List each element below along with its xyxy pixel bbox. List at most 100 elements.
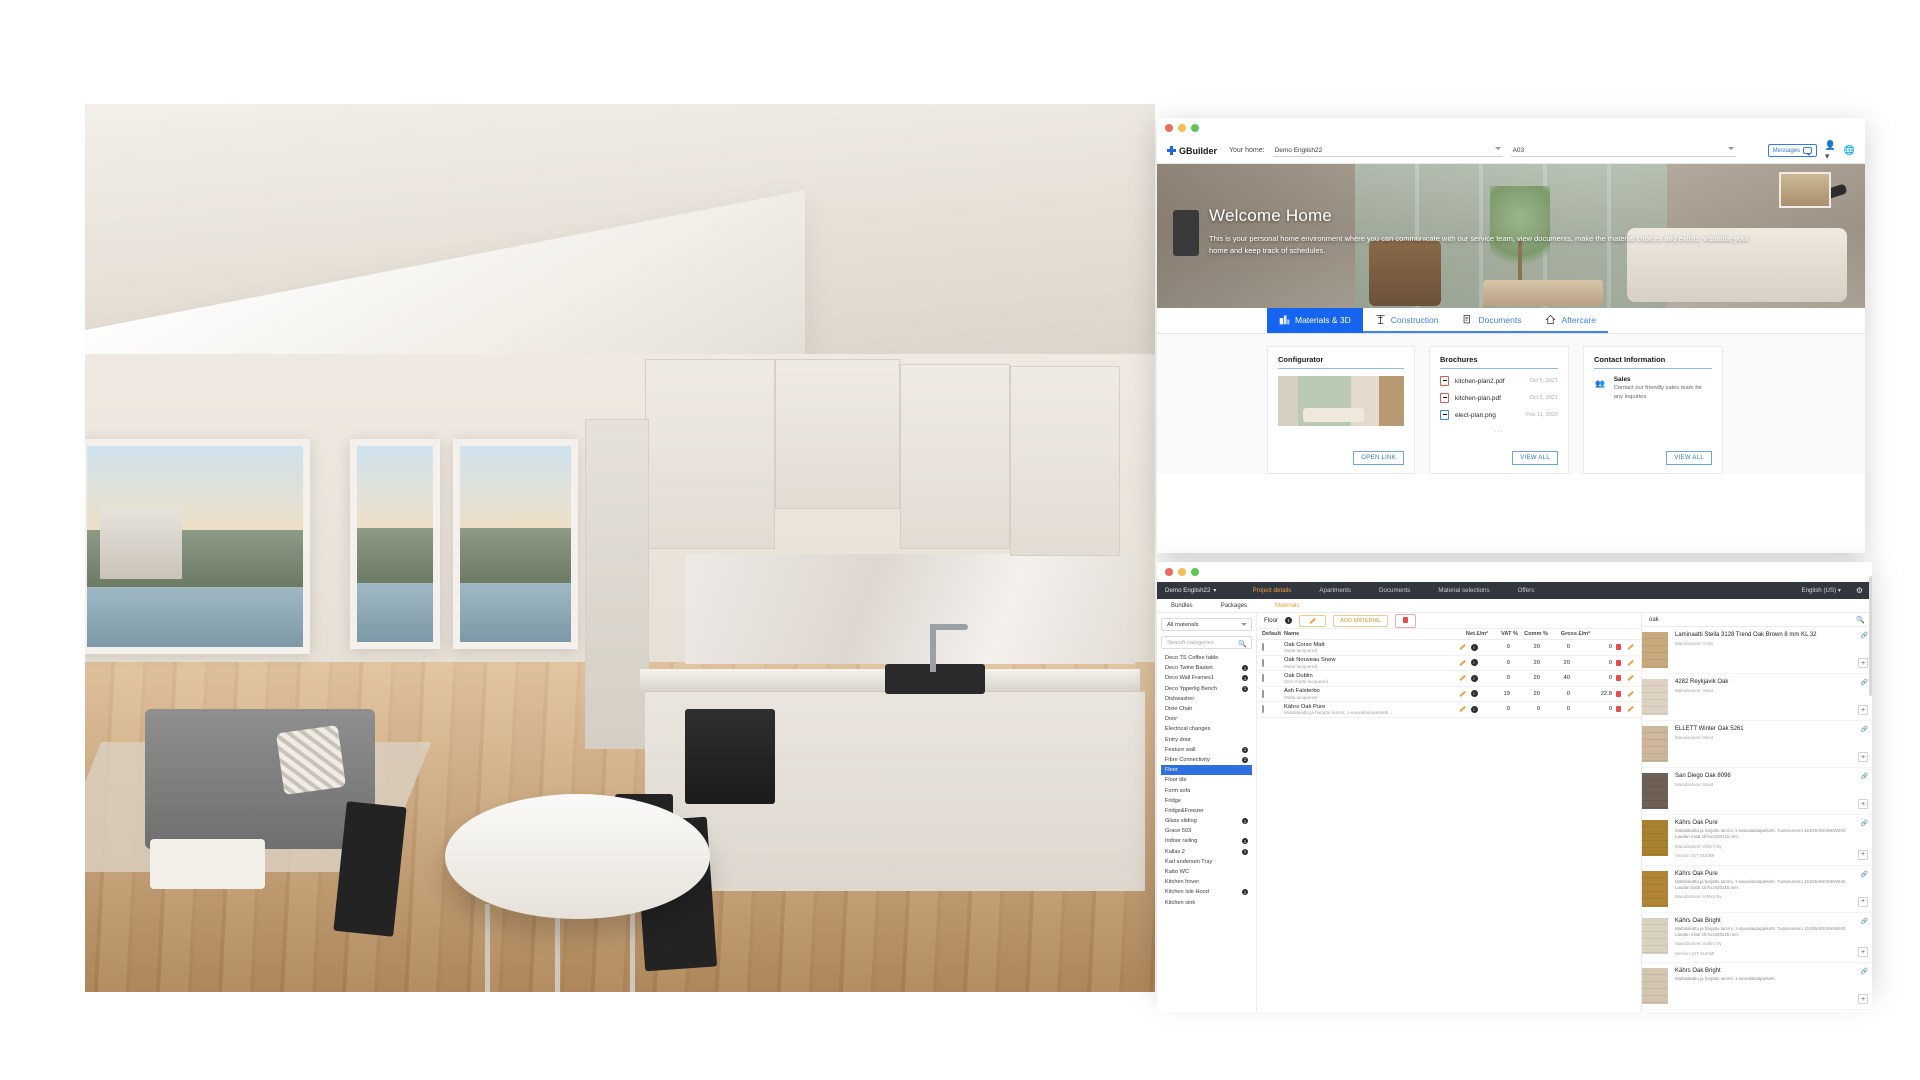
product-item[interactable]: ELLETT Winter Oak 5261 Manufacturer: Muut…	[1642, 721, 1872, 768]
brochures-view-all-button[interactable]: VIEW ALL	[1512, 451, 1558, 465]
product-link-icon[interactable]: 🔗	[1861, 632, 1868, 639]
add-product-button[interactable]: +	[1858, 896, 1868, 907]
tab-materials-3d[interactable]: Materials & 3D	[1267, 308, 1363, 333]
globe-icon[interactable]: 🌐	[1844, 145, 1855, 156]
messages-button[interactable]: Messages	[1767, 144, 1817, 157]
open-link-button[interactable]: OPEN LINK	[1353, 451, 1404, 465]
row-delete-button[interactable]	[1612, 644, 1624, 651]
category-item[interactable]: Grace 503	[1161, 826, 1252, 836]
table-row[interactable]: Kährs Oak Pure Mattalakattu ja harjattu t…	[1257, 702, 1641, 718]
product-search-input[interactable]: oak 🔍	[1642, 613, 1872, 627]
add-material-button[interactable]: ADD MATERIAL	[1333, 614, 1389, 627]
category-item[interactable]: Indoor railing 1	[1161, 836, 1252, 846]
maximize-icon[interactable]	[1191, 568, 1199, 576]
category-item[interactable]: Fridge&Freezer	[1161, 806, 1252, 816]
row-info-button[interactable]: i	[1468, 705, 1480, 713]
subtab-bundles[interactable]: Bundles	[1171, 603, 1193, 609]
close-icon[interactable]	[1165, 568, 1173, 576]
add-product-button[interactable]: +	[1858, 705, 1868, 715]
category-item[interactable]: Feature wall 1	[1161, 745, 1252, 755]
category-item[interactable]: Form sofa	[1161, 785, 1252, 795]
row-pencil-button[interactable]	[1624, 706, 1636, 713]
maximize-icon[interactable]	[1191, 124, 1199, 132]
category-item[interactable]: Karl andersen Tray	[1161, 857, 1252, 867]
subtab-packages[interactable]: Packages	[1221, 603, 1247, 609]
category-item[interactable]: Deco TS Coffee table	[1161, 653, 1252, 663]
edit-category-button[interactable]	[1299, 614, 1327, 627]
row-info-button[interactable]: i	[1468, 643, 1480, 651]
table-row[interactable]: Oak Corso Matt Matte lacquered i 0 20 0 0	[1257, 640, 1641, 656]
table-row[interactable]: Ash Falsterbo Matte lacquered i 19 20 0 22.8	[1257, 687, 1641, 702]
minimize-icon[interactable]	[1178, 124, 1186, 132]
default-checkbox[interactable]	[1262, 643, 1264, 652]
default-checkbox[interactable]	[1262, 689, 1264, 698]
add-product-button[interactable]: +	[1858, 849, 1868, 860]
row-edit-button[interactable]	[1456, 675, 1468, 682]
category-item[interactable]: Floor tile	[1161, 775, 1252, 785]
default-checkbox[interactable]	[1262, 658, 1264, 667]
language-selector[interactable]: English (US) ▾	[1801, 587, 1841, 594]
subtab-materials[interactable]: Materials	[1275, 603, 1299, 609]
nav-apartments[interactable]: Apartments	[1305, 587, 1365, 594]
product-item[interactable]: Kährs Oak Bright Mattalakattu ja harjattu…	[1642, 913, 1872, 963]
product-link-icon[interactable]: 🔗	[1861, 773, 1868, 780]
product-item[interactable]: Kährs Oak Bright Mattalakattu ja harjattu…	[1642, 963, 1872, 1010]
category-search-input[interactable]: Search categories 🔍	[1161, 636, 1252, 649]
category-item[interactable]: Kitchen sink	[1161, 898, 1252, 908]
row-delete-button[interactable]	[1612, 706, 1624, 713]
row-edit-button[interactable]	[1456, 690, 1468, 697]
tab-construction[interactable]: Construction	[1362, 308, 1451, 333]
close-icon[interactable]	[1165, 124, 1173, 132]
product-item[interactable]: 4282 Reykjavik Oak Manufacturer: Muut 🔗 +	[1642, 674, 1872, 721]
row-edit-button[interactable]	[1456, 659, 1468, 666]
default-checkbox[interactable]	[1262, 674, 1264, 683]
brochure-row[interactable]: kitchen-plan.pdf Oct 5, 2021	[1440, 393, 1558, 403]
brochure-row[interactable]: kitchen-plan2.pdf Oct 5, 2021	[1440, 376, 1558, 386]
nav-documents[interactable]: Documents	[1365, 587, 1424, 594]
row-delete-button[interactable]	[1612, 690, 1624, 697]
admin-project-selector[interactable]: Demo English22 ▾	[1165, 587, 1217, 594]
product-link-icon[interactable]: 🔗	[1861, 726, 1868, 733]
row-info-button[interactable]: i	[1468, 674, 1480, 682]
add-product-button[interactable]: +	[1858, 799, 1868, 809]
category-item[interactable]: Katto WC	[1161, 867, 1252, 877]
category-item[interactable]: Kitchen hover	[1161, 877, 1252, 887]
category-item[interactable]: Deco Twine Basket 1	[1161, 663, 1252, 673]
product-link-icon[interactable]: 🔗	[1861, 820, 1868, 827]
product-item[interactable]: Laminaatti Stella 3128 Trend Oak Brown 8…	[1642, 627, 1872, 674]
apartment-select[interactable]: A03	[1510, 144, 1736, 157]
product-link-icon[interactable]: 🔗	[1861, 871, 1868, 878]
category-item[interactable]: Kitchen Isle Hood 1	[1161, 887, 1252, 897]
add-product-button[interactable]: +	[1858, 658, 1868, 668]
add-product-button[interactable]: +	[1858, 947, 1868, 957]
category-item[interactable]: Floor	[1161, 765, 1252, 776]
materials-filter-select[interactable]: All materials	[1161, 618, 1252, 631]
delete-category-button[interactable]	[1395, 613, 1417, 628]
category-item[interactable]: Fridge	[1161, 796, 1252, 806]
category-item[interactable]: Deco Ypperlig Bench 1	[1161, 684, 1252, 694]
tab-documents[interactable]: Documents	[1450, 308, 1534, 333]
product-item[interactable]: Kährs Oak Pure Mattalakattu ja harjattu t…	[1642, 815, 1872, 866]
product-scrollbar[interactable]	[1869, 576, 1872, 696]
user-account-icon[interactable]: 👤▾	[1825, 140, 1836, 161]
row-delete-button[interactable]	[1612, 659, 1624, 666]
category-item[interactable]: Dixie Chair	[1161, 704, 1252, 714]
product-link-icon[interactable]: 🔗	[1861, 679, 1868, 686]
table-row[interactable]: Oak Dublin Ultra matte lacquered i 0 20 40 0	[1257, 671, 1641, 687]
nav-project-details[interactable]: Project details	[1239, 587, 1306, 594]
category-list[interactable]: Deco TS Coffee table Deco Twine Basket 1 De…	[1161, 653, 1252, 1013]
contact-view-all-button[interactable]: VIEW ALL	[1666, 451, 1712, 465]
category-item[interactable]: Entry door	[1161, 735, 1252, 745]
default-checkbox[interactable]	[1262, 705, 1264, 714]
row-info-button[interactable]: i	[1468, 690, 1480, 698]
category-item[interactable]: Kallax 2 1	[1161, 847, 1252, 857]
row-edit-button[interactable]	[1456, 644, 1468, 651]
row-pencil-button[interactable]	[1624, 675, 1636, 682]
category-item[interactable]: Deco Wall Frames1 1	[1161, 673, 1252, 683]
row-pencil-button[interactable]	[1624, 690, 1636, 697]
nav-offers[interactable]: Offers	[1504, 587, 1549, 594]
category-item[interactable]: Dishwasher	[1161, 694, 1252, 704]
row-pencil-button[interactable]	[1624, 659, 1636, 666]
product-link-icon[interactable]: 🔗	[1861, 968, 1868, 975]
category-item[interactable]: Door	[1161, 714, 1252, 724]
